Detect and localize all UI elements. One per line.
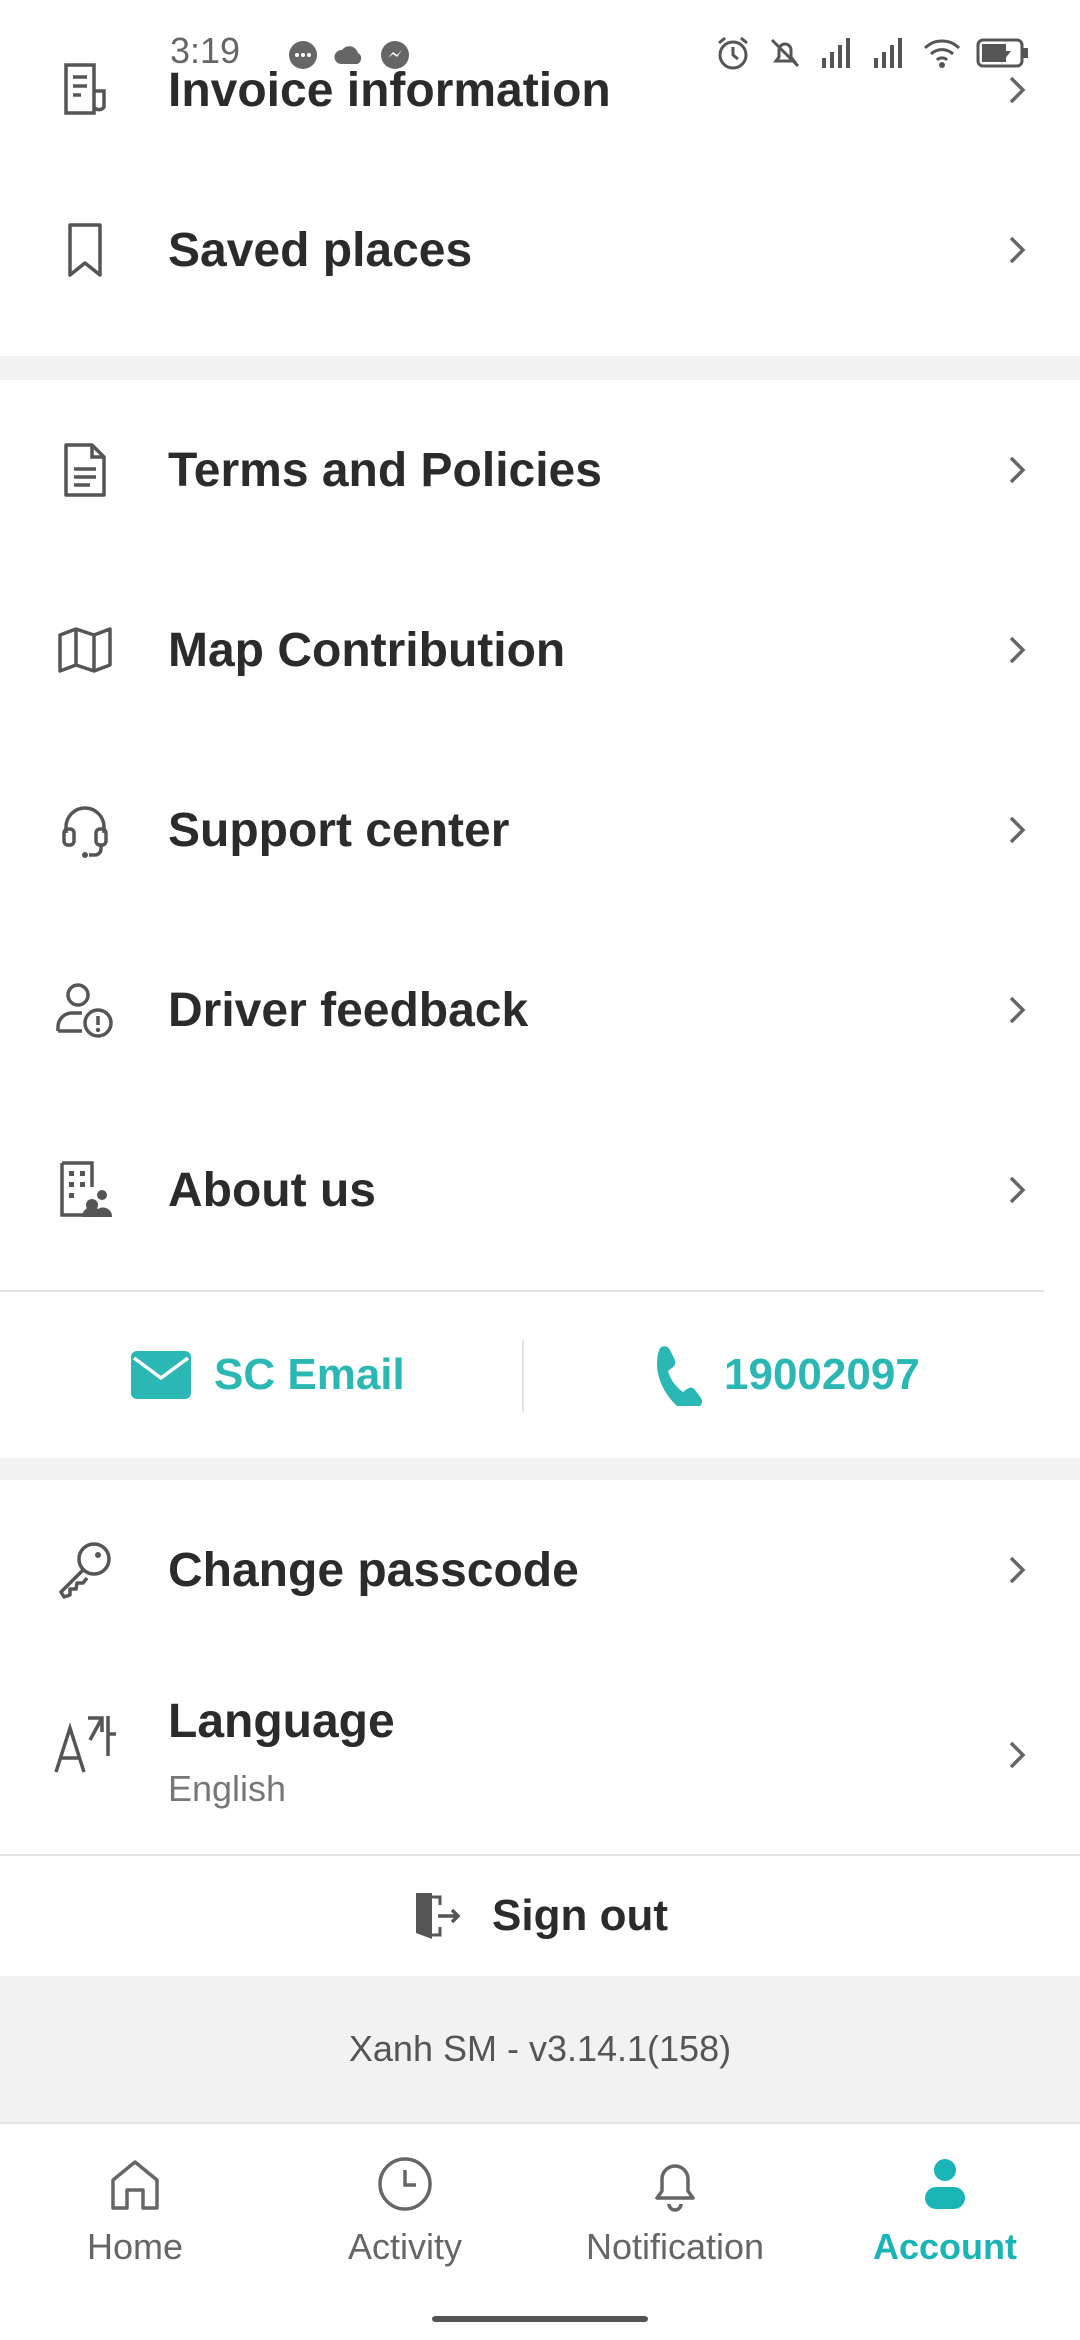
nav-label: Account [873, 2226, 1017, 2267]
bell-icon [655, 2164, 695, 2212]
nav-label: Notification [585, 2226, 765, 2267]
account-icon [925, 2159, 965, 2209]
app-version: Xanh SM - v3.14.1(158) [348, 2028, 732, 2069]
menu-item-saved-places[interactable]: Saved places [0, 160, 1080, 340]
nav-label: Activity [347, 2226, 462, 2267]
menu-item-change-passcode[interactable]: Change passcode [0, 1480, 1080, 1660]
chevron-right-icon [1009, 236, 1026, 264]
contact-bar: SC Email 19002097 [0, 1292, 1080, 1458]
menu-item-label: Invoice information [168, 63, 611, 117]
menu-item-about-us[interactable]: About us [0, 1100, 1080, 1280]
bookmark-icon [50, 215, 120, 285]
menu-item-label: Driver feedback [168, 983, 529, 1037]
sign-out-button[interactable]: Sign out [0, 1856, 1080, 1976]
menu-item-language[interactable]: Language [0, 1656, 1080, 1854]
nav-label: Home [86, 2226, 184, 2267]
building-people-icon [50, 1155, 120, 1225]
nav-account[interactable]: Account [810, 2154, 1080, 2268]
home-icon [111, 2160, 159, 2210]
menu-item-label: Support center [168, 803, 510, 857]
document-icon [50, 435, 120, 505]
version-bar: Xanh SM - v3.14.1(158) [0, 1976, 1080, 2122]
sc-email-label: SC Email [214, 1350, 405, 1399]
phone-icon [657, 1346, 702, 1406]
sc-email-button[interactable]: SC Email [130, 1292, 405, 1458]
chevron-right-icon [1009, 816, 1026, 844]
contact-separator [522, 1340, 524, 1412]
menu-item-invoice-information[interactable]: Invoice information [0, 0, 1080, 180]
nav-notification[interactable]: Notification [540, 2154, 810, 2268]
home-indicator[interactable] [432, 2316, 648, 2322]
sign-out-icon [416, 1893, 461, 1939]
chevron-right-icon [1009, 76, 1026, 104]
invoice-icon [50, 55, 120, 125]
clock-icon [378, 2157, 432, 2211]
chevron-right-icon [1009, 636, 1026, 664]
menu-item-support-center[interactable]: Support center [0, 740, 1080, 920]
sign-out-label: Sign out [492, 1891, 668, 1940]
menu-item-label: Saved places [168, 223, 473, 277]
menu-item-label: Language [168, 1695, 395, 1748]
menu-item-terms-and-policies[interactable]: Terms and Policies [0, 380, 1080, 560]
user-alert-icon [50, 975, 120, 1045]
language-icon [50, 1710, 120, 1780]
chevron-right-icon [1009, 1556, 1026, 1584]
chevron-right-icon [1009, 1741, 1026, 1769]
nav-home[interactable]: Home [0, 2154, 270, 2268]
language-current-value: English [168, 1768, 287, 1809]
chevron-right-icon [1009, 456, 1026, 484]
hotline-label: 19002097 [724, 1350, 920, 1399]
nav-activity[interactable]: Activity [270, 2154, 540, 2268]
email-icon [131, 1351, 191, 1399]
headset-icon [50, 795, 120, 865]
menu-item-label: Change passcode [168, 1543, 579, 1597]
menu-item-map-contribution[interactable]: Map Contribution [0, 560, 1080, 740]
bottom-nav: Home Activity Notification Account [0, 2122, 1080, 2340]
menu-item-label: About us [168, 1163, 376, 1217]
chevron-right-icon [1009, 996, 1026, 1024]
map-icon [50, 615, 120, 685]
chevron-right-icon [1009, 1176, 1026, 1204]
menu-item-driver-feedback[interactable]: Driver feedback [0, 920, 1080, 1100]
menu-item-label: Terms and Policies [168, 443, 602, 497]
menu-item-label: Map Contribution [168, 623, 566, 677]
hotline-button[interactable]: 19002097 [652, 1292, 920, 1458]
key-icon [50, 1535, 120, 1605]
